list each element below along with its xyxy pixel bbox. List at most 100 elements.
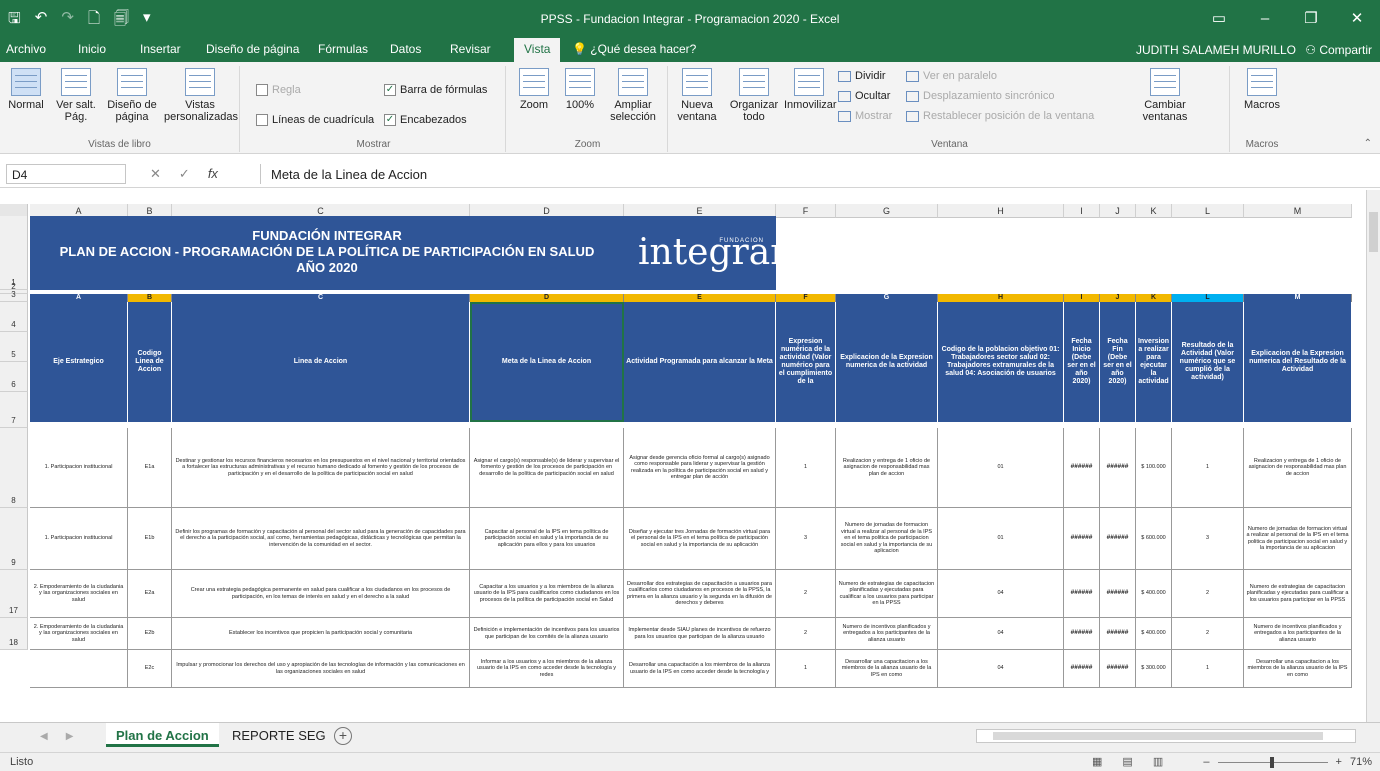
table-cell-expresion[interactable]: 2 [776,618,836,650]
table-cell-inversion[interactable]: $ 600.000 [1136,508,1172,570]
column-header-m[interactable]: M [1244,204,1352,218]
row-header[interactable]: 1 [0,216,28,290]
side-by-side-button[interactable]: Ver en paralelo [906,70,997,82]
tab-datos[interactable]: Datos [390,42,421,56]
table-cell-fin[interactable]: ###### [1100,650,1136,688]
row-header[interactable]: 9 [0,508,28,570]
add-sheet-icon[interactable]: + [334,727,352,745]
table-cell-explicacion[interactable]: Numero de estrategias de capacitacion pl… [836,570,938,618]
row-header[interactable]: 18 [0,618,28,650]
enter-icon[interactable]: ✓ [179,166,190,182]
table-letter-i[interactable]: I [1064,294,1100,302]
table-cell-actividad[interactable]: Asignar desde gerencia oficio formal al … [624,428,776,508]
close-icon[interactable]: ✕ [1334,0,1380,38]
table-cell-eje[interactable]: 2. Empoderamiento de la ciudadania y las… [30,570,128,618]
column-title[interactable]: Expresion numérica de la actividad (Valo… [776,302,836,422]
column-header-f[interactable]: F [776,204,836,218]
table-cell-explres[interactable]: Numero de jornadas de formacion virtual … [1244,508,1352,570]
row-header[interactable]: 4 [0,302,28,332]
column-title[interactable]: Meta de la Linea de Accion [470,302,624,422]
tab-revisar[interactable]: Revisar [450,42,491,56]
table-letter-j[interactable]: J [1100,294,1136,302]
zoom-slider[interactable] [1217,756,1328,768]
switch-windows-button[interactable]: Cambiar ventanas [1132,68,1198,123]
table-cell-inversion[interactable]: $ 300.000 [1136,650,1172,688]
table-letter-e[interactable]: E [624,294,776,302]
table-cell-inversion[interactable]: $ 400.000 [1136,570,1172,618]
row-header[interactable]: 17 [0,570,28,618]
row-header[interactable]: 8 [0,428,28,508]
table-cell-linea[interactable]: Establecer los incentivos que propicien … [172,618,470,650]
tell-me-search[interactable]: 💡 ¿Qué desea hacer? [572,42,696,56]
tab-inicio[interactable]: Inicio [78,42,106,56]
column-title[interactable]: Fecha Inicio (Debe ser en el año 2020) [1064,302,1100,422]
table-cell-codigo[interactable]: E2b [128,618,172,650]
reset-position-button[interactable]: Restablecer posición de la ventana [906,110,1094,122]
table-cell-resultado[interactable]: 1 [1172,428,1244,508]
table-cell-codpob[interactable]: 01 [938,508,1064,570]
table-cell-codigo[interactable]: E2c [128,650,172,688]
ribbon-display-icon[interactable]: ▭ [1196,0,1242,38]
table-cell-meta[interactable]: Informar a los usuarios y a los miembros… [470,650,624,688]
column-title[interactable]: Codigo Linea de Accion [128,302,172,422]
table-letter-a[interactable]: A [30,294,128,302]
table-cell-explicacion[interactable]: Desarrollar una capacitacion a los miemb… [836,650,938,688]
table-cell-resultado[interactable]: 2 [1172,570,1244,618]
insert-function-icon[interactable]: fx [208,166,218,182]
table-cell-eje[interactable]: 1. Participacion institucional [30,508,128,570]
table-cell-actividad[interactable]: Diseñar y ejecutar tres Jornadas de form… [624,508,776,570]
column-title[interactable]: Actividad Programada para alcanzar la Me… [624,302,776,422]
column-header-k[interactable]: K [1136,204,1172,218]
gridlines-checkbox[interactable]: Líneas de cuadrícula [256,114,374,126]
tab-formulas[interactable]: Fórmulas [318,42,368,56]
tab-insertar[interactable]: Insertar [140,42,181,56]
table-cell-linea[interactable]: Crear una estrategia pedagógica permanen… [172,570,470,618]
table-cell-inicio[interactable]: ###### [1064,570,1100,618]
user-name[interactable]: JUDITH SALAMEH MURILLO [1136,43,1296,57]
table-cell-expresion[interactable]: 3 [776,508,836,570]
column-header-i[interactable]: I [1064,204,1100,218]
page-break-status-icon[interactable]: ▥ [1153,755,1163,768]
name-box[interactable]: D4 [6,164,126,184]
table-cell-linea[interactable]: Destinar y gestionar los recursos financ… [172,428,470,508]
table-cell-resultado[interactable]: 2 [1172,618,1244,650]
table-cell-inicio[interactable]: ###### [1064,618,1100,650]
split-button[interactable]: Dividir [838,70,886,82]
table-letter-h[interactable]: H [938,294,1064,302]
table-cell-expresion[interactable]: 1 [776,428,836,508]
table-cell-explres[interactable]: Numero de estrategias de capacitacion pl… [1244,570,1352,618]
column-title[interactable]: Explicacion de la Expresion numerica de … [836,302,938,422]
tab-vista[interactable]: Vista [514,38,561,62]
column-header-j[interactable]: J [1100,204,1136,218]
column-title[interactable]: Codigo de la poblacion objetivo 01: Trab… [938,302,1064,422]
zoom-100-button[interactable]: 100% [560,68,600,111]
table-cell-inicio[interactable]: ###### [1064,428,1100,508]
custom-views-button[interactable]: Vistas personalizadas [164,68,238,123]
column-title[interactable]: Eje Estrategico [30,302,128,422]
column-title[interactable]: Resultado de la Actividad (Valor numéric… [1172,302,1244,422]
normal-view-status-icon[interactable]: ▦ [1092,755,1102,768]
table-cell-eje[interactable]: 2. Empoderamiento de la ciudadania y las… [30,618,128,650]
page-layout-status-icon[interactable]: ▤ [1122,755,1132,768]
zoom-level[interactable]: 71% [1350,756,1372,768]
formula-bar-checkbox[interactable]: ✓ Barra de fórmulas [384,84,487,96]
sheet-tab-plan-de-accion[interactable]: Plan de Accion [106,723,219,747]
minimize-icon[interactable]: – [1242,0,1288,38]
table-letter-l[interactable]: L [1172,294,1244,302]
table-cell-inversion[interactable]: $ 100.000 [1136,428,1172,508]
table-cell-explres[interactable]: Realizacion y entrega de 1 oficio de asi… [1244,428,1352,508]
table-cell-fin[interactable]: ###### [1100,508,1136,570]
sheet-tab-reporte-seg[interactable]: REPORTE SEG [222,723,336,747]
column-header-g[interactable]: G [836,204,938,218]
table-cell-eje[interactable] [30,650,128,688]
table-cell-explicacion[interactable]: Numero de jornadas de formacion virtual … [836,508,938,570]
table-cell-codpob[interactable]: 04 [938,570,1064,618]
maximize-icon[interactable]: ❐ [1288,0,1334,38]
prev-sheet-icon[interactable]: ◀ [40,731,48,742]
table-cell-resultado[interactable]: 3 [1172,508,1244,570]
vertical-scroll-thumb[interactable] [1369,212,1378,252]
normal-view-button[interactable]: Normal [4,68,48,111]
freeze-panes-button[interactable]: Inmovilizar [784,68,837,111]
hide-button[interactable]: Ocultar [838,90,890,102]
page-layout-view-button[interactable]: Diseño de página [102,68,162,123]
